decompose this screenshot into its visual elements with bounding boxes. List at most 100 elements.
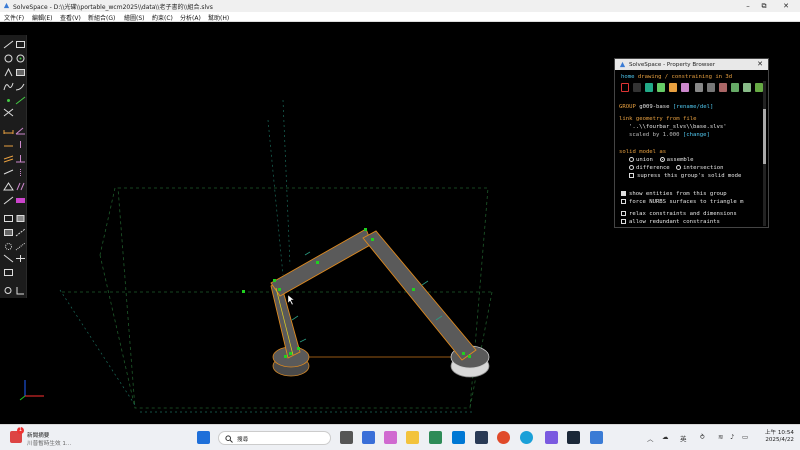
split-curves-icon[interactable]	[15, 96, 26, 105]
close-button[interactable]: ✕	[776, 0, 796, 12]
volume-icon[interactable]: ♪	[730, 433, 734, 441]
trim-tool-icon[interactable]	[3, 108, 14, 117]
workplanes-toggle-icon[interactable]	[621, 83, 629, 92]
top-link[interactable]	[270, 228, 373, 297]
system-clock[interactable]: 上午 10:54 2025/4/22	[758, 430, 794, 444]
arc-tool-icon[interactable]	[15, 54, 26, 63]
solvespace-app-icon	[619, 61, 626, 68]
lathe-icon[interactable]	[15, 214, 26, 223]
discord-icon[interactable]	[545, 431, 558, 444]
assemble-icon[interactable]	[3, 242, 14, 251]
union-radio[interactable]	[629, 157, 634, 162]
intersection-radio[interactable]	[676, 165, 682, 170]
ime-indicator[interactable]: 英	[680, 433, 687, 443]
image-tool-icon[interactable]	[15, 68, 26, 77]
task-view-icon[interactable]	[340, 431, 353, 444]
copilot-icon[interactable]	[384, 431, 397, 444]
file-explorer-icon[interactable]	[406, 431, 419, 444]
perpendicular-constraint-icon[interactable]	[15, 154, 26, 163]
close-icon[interactable]: ✕	[757, 60, 763, 68]
occluded-lines-toggle-icon[interactable]	[755, 83, 763, 92]
axis-triad	[19, 380, 44, 401]
mesh-toggle-icon[interactable]	[731, 83, 739, 92]
property-browser-title: SolveSpace - Property Browser	[629, 62, 716, 68]
circle-tool-icon[interactable]	[3, 54, 14, 63]
symmetric-constraint-icon[interactable]	[15, 168, 26, 177]
menu-edit[interactable]: 編輯(E)	[32, 13, 52, 22]
faces-toggle-icon[interactable]	[681, 83, 689, 92]
zoom-to-fit-icon[interactable]	[3, 286, 14, 295]
suppress-checkbox[interactable]	[629, 173, 634, 178]
dropbox-icon[interactable]	[452, 431, 465, 444]
menu-new-group[interactable]: 新組合(G)	[88, 13, 115, 22]
wifi-icon[interactable]: ≋	[718, 433, 723, 441]
bezier-tool-icon[interactable]	[3, 82, 14, 91]
vertical-constraint-icon[interactable]	[15, 140, 26, 149]
link-file-icon[interactable]	[15, 254, 26, 263]
solvespace-taskbar-icon[interactable]	[590, 431, 603, 444]
constraints-toggle-icon[interactable]	[669, 83, 677, 92]
assemble-radio[interactable]	[659, 157, 665, 162]
line-tool-icon[interactable]	[3, 40, 14, 49]
tangent-arc-icon[interactable]	[15, 82, 26, 91]
menu-analyze[interactable]: 分析(A)	[180, 13, 201, 22]
app-icon[interactable]	[475, 431, 488, 444]
network-icon[interactable]: ⥁	[700, 433, 704, 441]
right-link[interactable]	[362, 230, 477, 361]
property-browser-scrollbar[interactable]	[763, 81, 766, 226]
menu-sketch[interactable]: 繪圖(S)	[124, 13, 145, 22]
menu-view[interactable]: 查看(V)	[60, 13, 81, 22]
menu-help[interactable]: 幫助(H)	[208, 13, 229, 22]
triangle-constraint-icon[interactable]	[3, 182, 14, 191]
horizontal-constraint-icon[interactable]	[3, 140, 14, 149]
text-tool-icon[interactable]	[3, 68, 14, 77]
extrude-icon[interactable]	[3, 214, 14, 223]
shaded-toggle-icon[interactable]	[695, 83, 703, 92]
home-link[interactable]: home	[621, 74, 634, 80]
link-label: link geometry from file	[619, 116, 697, 122]
tangent-constraint-icon[interactable]	[3, 168, 14, 177]
rectangle-tool-icon[interactable]	[15, 40, 26, 49]
search-box[interactable]: 搜尋	[218, 431, 331, 445]
menu-file[interactable]: 文件(F)	[4, 13, 24, 22]
midpoint-constraint-icon[interactable]	[3, 196, 14, 205]
construction-toggle-icon[interactable]	[657, 83, 665, 92]
show-entities-checkbox[interactable]	[621, 191, 626, 196]
steam-icon[interactable]	[567, 431, 580, 444]
equal-length-icon[interactable]	[15, 182, 26, 191]
allow-redundant-checkbox[interactable]	[621, 219, 626, 224]
menu-constrain[interactable]: 約束(C)	[152, 13, 173, 22]
window-title: SolveSpace - D:\\光碟\\portable_wcm2025\\d…	[13, 4, 213, 11]
sketch-in-3d-icon[interactable]	[15, 242, 26, 251]
chrome-icon[interactable]	[497, 431, 510, 444]
hidden-lines-toggle-icon[interactable]	[743, 83, 751, 92]
step-rotate-icon[interactable]	[15, 228, 26, 237]
start-icon[interactable]	[197, 431, 210, 444]
nearest-ortho-icon[interactable]	[3, 268, 14, 277]
distance-constraint-icon[interactable]	[3, 126, 14, 135]
change-scale-link[interactable]: [change]	[683, 132, 710, 138]
title-bar: SolveSpace - D:\\光碟\\portable_wcm2025\\d…	[0, 0, 800, 12]
edge-icon[interactable]	[520, 431, 533, 444]
normals-toggle-icon[interactable]	[633, 83, 641, 92]
reference-icon[interactable]	[15, 196, 26, 205]
force-nurbs-checkbox[interactable]	[621, 199, 626, 204]
chevron-up-icon[interactable]: ︿	[647, 433, 654, 443]
point-tool-icon[interactable]	[3, 96, 14, 105]
maximize-button[interactable]: ⧉	[754, 0, 774, 12]
battery-icon[interactable]: ▭	[742, 433, 748, 441]
relax-constraints-checkbox[interactable]	[621, 211, 626, 216]
rename-del-link[interactable]: [rename/del]	[673, 104, 713, 110]
step-translate-icon[interactable]	[3, 228, 14, 237]
outlines-toggle-icon[interactable]	[719, 83, 727, 92]
cloud-icon[interactable]: ☁	[662, 433, 669, 441]
difference-radio[interactable]	[629, 165, 634, 170]
points-toggle-icon[interactable]	[645, 83, 653, 92]
show-faces-icon[interactable]	[15, 286, 26, 295]
angle-constraint-icon[interactable]	[15, 126, 26, 135]
teams-icon[interactable]	[362, 431, 375, 444]
workplane-icon[interactable]	[3, 254, 14, 263]
store-icon[interactable]	[429, 431, 442, 444]
parallel-constraint-icon[interactable]	[3, 154, 14, 163]
edges-toggle-icon[interactable]	[707, 83, 715, 92]
